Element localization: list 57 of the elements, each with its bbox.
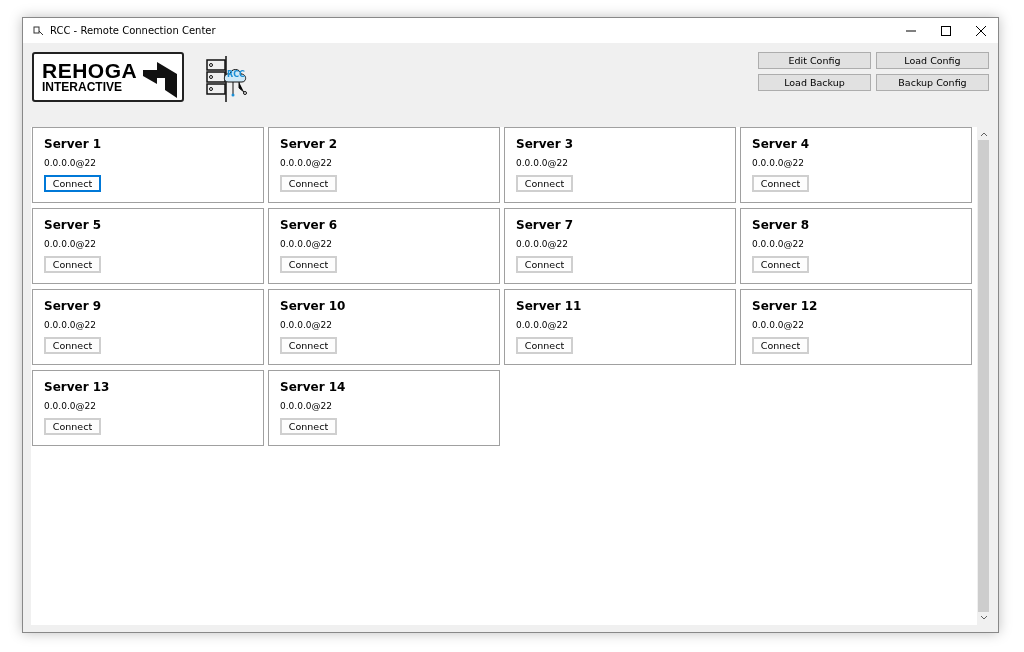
server-address: 0.0.0.0@22 [752, 239, 804, 249]
server-name: Server 10 [280, 299, 346, 313]
server-address: 0.0.0.0@22 [280, 239, 332, 249]
scroll-thumb[interactable] [978, 140, 989, 612]
server-name: Server 6 [280, 218, 338, 232]
connect-button[interactable]: Connect [752, 337, 809, 354]
connect-button[interactable]: Connect [44, 418, 101, 435]
connect-button[interactable]: Connect [44, 256, 101, 273]
connect-button[interactable]: Connect [280, 175, 337, 192]
server-name: Server 3 [516, 137, 574, 151]
connect-button[interactable]: Connect [516, 175, 573, 192]
server-address: 0.0.0.0@22 [44, 239, 96, 249]
connect-button[interactable]: Connect [752, 256, 809, 273]
close-icon[interactable] [975, 25, 986, 36]
server-address: 0.0.0.0@22 [752, 158, 804, 168]
server-name: Server 7 [516, 218, 574, 232]
toolbar-button[interactable]: Edit Config [758, 52, 871, 69]
server-name: Server 8 [752, 218, 810, 232]
window-title: RCC - Remote Connection Center [50, 25, 217, 36]
toolbar-button[interactable]: Load Backup [758, 74, 871, 91]
server-address: 0.0.0.0@22 [44, 401, 96, 411]
connect-button[interactable]: Connect [280, 418, 337, 435]
server-name: Server 9 [44, 299, 102, 313]
server-address: 0.0.0.0@22 [44, 158, 96, 168]
connect-button[interactable]: Connect [44, 175, 101, 192]
app-icon [33, 25, 44, 36]
server-address: 0.0.0.0@22 [280, 401, 332, 411]
server-address: 0.0.0.0@22 [44, 320, 96, 330]
toolbar-button[interactable]: Load Config [876, 52, 989, 69]
icon-label: RCC [227, 70, 245, 79]
connect-button[interactable]: Connect [280, 256, 337, 273]
server-address: 0.0.0.0@22 [280, 320, 332, 330]
connect-button[interactable]: Connect [516, 337, 573, 354]
server-address: 0.0.0.0@22 [280, 158, 332, 168]
connect-button[interactable]: Connect [44, 337, 101, 354]
server-address: 0.0.0.0@22 [516, 320, 568, 330]
logo-text: REHOGA [42, 60, 138, 81]
server-address: 0.0.0.0@22 [752, 320, 804, 330]
server-name: Server 5 [44, 218, 102, 232]
logo-text: INTERACTIVE [42, 80, 123, 94]
connect-button[interactable]: Connect [516, 256, 573, 273]
server-address: 0.0.0.0@22 [516, 239, 568, 249]
connect-button[interactable]: Connect [280, 337, 337, 354]
server-name: Server 1 [44, 137, 102, 151]
server-name: Server 4 [752, 137, 810, 151]
server-name: Server 2 [280, 137, 338, 151]
toolbar-button[interactable]: Backup Config [876, 74, 989, 91]
server-name: Server 13 [44, 380, 110, 394]
server-name: Server 11 [516, 299, 582, 313]
maximize-icon[interactable] [940, 25, 951, 36]
server-cloud-drawing [206, 56, 250, 102]
scroll-up-icon[interactable] [979, 130, 988, 138]
server-address: 0.0.0.0@22 [516, 158, 568, 168]
connect-button[interactable]: Connect [752, 175, 809, 192]
server-name: Server 12 [752, 299, 818, 313]
server-name: Server 14 [280, 380, 346, 394]
scroll-down-icon[interactable] [979, 614, 988, 622]
